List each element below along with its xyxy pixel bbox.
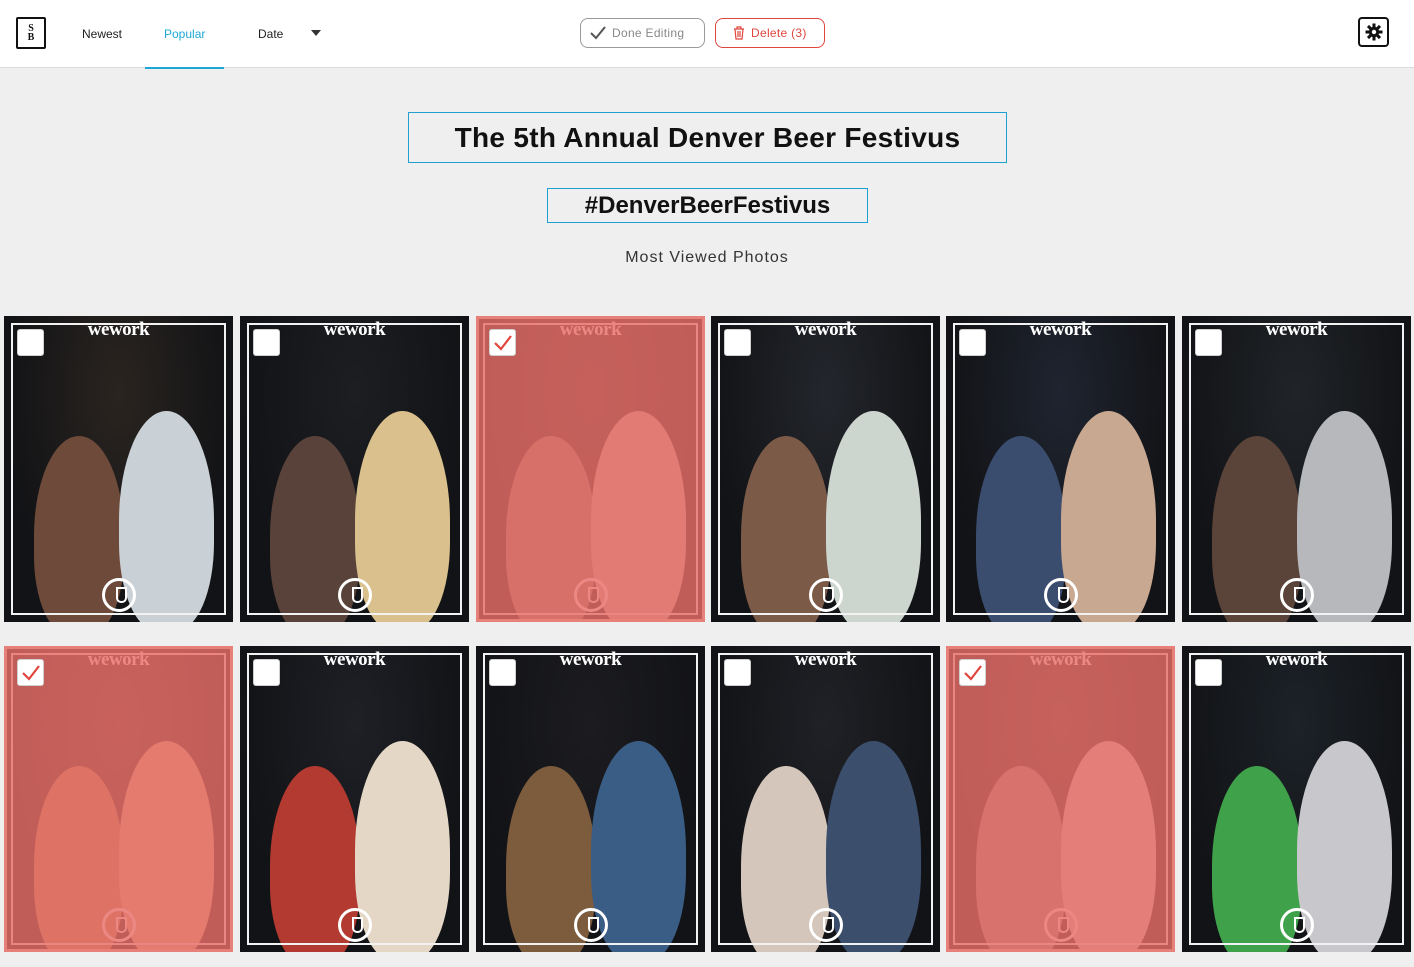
event-hashtag[interactable]: #DenverBeerFestivus xyxy=(547,188,868,223)
photo-select-checkbox[interactable] xyxy=(253,659,280,686)
beer-glass-badge-icon xyxy=(337,578,372,612)
check-icon xyxy=(963,664,982,681)
photo-select-checkbox[interactable] xyxy=(17,659,44,686)
photo-frame xyxy=(718,653,933,945)
event-title[interactable]: The 5th Annual Denver Beer Festivus xyxy=(408,112,1007,163)
logo-letter-bottom: B xyxy=(27,32,35,43)
photo-select-checkbox[interactable] xyxy=(489,659,516,686)
photo-frame xyxy=(1189,653,1404,945)
photo-frame xyxy=(718,323,933,615)
sort-newest-tab[interactable]: Newest xyxy=(82,0,122,68)
photo-tile[interactable]: wework xyxy=(711,646,940,952)
photo-frame xyxy=(1189,323,1404,615)
beer-glass-badge-icon xyxy=(573,908,608,942)
gear-icon xyxy=(1365,23,1382,41)
photo-frame xyxy=(247,323,462,615)
photo-tile[interactable]: wework xyxy=(711,316,940,622)
photo-tile[interactable]: wework xyxy=(946,316,1175,622)
beer-glass-badge-icon xyxy=(1279,578,1314,612)
top-bar: S B Newest Popular Date Done Editing Del… xyxy=(0,0,1414,69)
photo-select-checkbox[interactable] xyxy=(959,329,986,356)
photo-frame xyxy=(247,653,462,945)
selected-overlay xyxy=(476,316,705,622)
photo-tile[interactable]: wework xyxy=(1182,316,1411,622)
logo[interactable]: S B xyxy=(16,17,46,49)
photo-tile[interactable]: wework xyxy=(476,646,705,952)
photo-select-checkbox[interactable] xyxy=(959,659,986,686)
beer-glass-badge-icon xyxy=(101,578,136,612)
photo-tile[interactable]: wework xyxy=(4,316,233,622)
photo-tile[interactable]: wework xyxy=(4,646,233,952)
done-editing-label: Done Editing xyxy=(612,26,685,40)
photo-tile[interactable]: wework xyxy=(946,646,1175,952)
sort-date-tab[interactable]: Date xyxy=(258,0,283,68)
beer-glass-badge-icon xyxy=(808,908,843,942)
photo-tile[interactable]: wework xyxy=(476,316,705,622)
photo-frame xyxy=(483,653,698,945)
delete-label: Delete (3) xyxy=(751,26,807,40)
beer-glass-badge-icon xyxy=(1043,578,1078,612)
beer-glass-badge-icon xyxy=(1279,908,1314,942)
photo-frame xyxy=(11,323,226,615)
done-editing-button[interactable]: Done Editing xyxy=(580,18,705,48)
photo-tile[interactable]: wework xyxy=(240,316,469,622)
photo-tile[interactable]: wework xyxy=(240,646,469,952)
photo-select-checkbox[interactable] xyxy=(1195,659,1222,686)
check-icon xyxy=(21,664,40,681)
selected-overlay xyxy=(946,646,1175,952)
settings-button[interactable] xyxy=(1358,17,1389,47)
beer-glass-badge-icon xyxy=(337,908,372,942)
photo-select-checkbox[interactable] xyxy=(724,329,751,356)
check-icon xyxy=(590,26,606,40)
photo-tile[interactable]: wework xyxy=(1182,646,1411,952)
selected-overlay xyxy=(4,646,233,952)
trash-icon xyxy=(734,26,744,40)
beer-glass-badge-icon xyxy=(808,578,843,612)
photo-frame xyxy=(953,323,1168,615)
delete-button[interactable]: Delete (3) xyxy=(715,18,825,48)
section-heading: Most Viewed Photos xyxy=(625,249,789,266)
check-icon xyxy=(493,334,512,351)
photo-select-checkbox[interactable] xyxy=(17,329,44,356)
photo-select-checkbox[interactable] xyxy=(489,329,516,356)
sort-popular-tab[interactable]: Popular xyxy=(144,0,225,69)
photo-select-checkbox[interactable] xyxy=(253,329,280,356)
photo-select-checkbox[interactable] xyxy=(1195,329,1222,356)
photo-select-checkbox[interactable] xyxy=(724,659,751,686)
chevron-down-icon[interactable] xyxy=(311,30,321,36)
